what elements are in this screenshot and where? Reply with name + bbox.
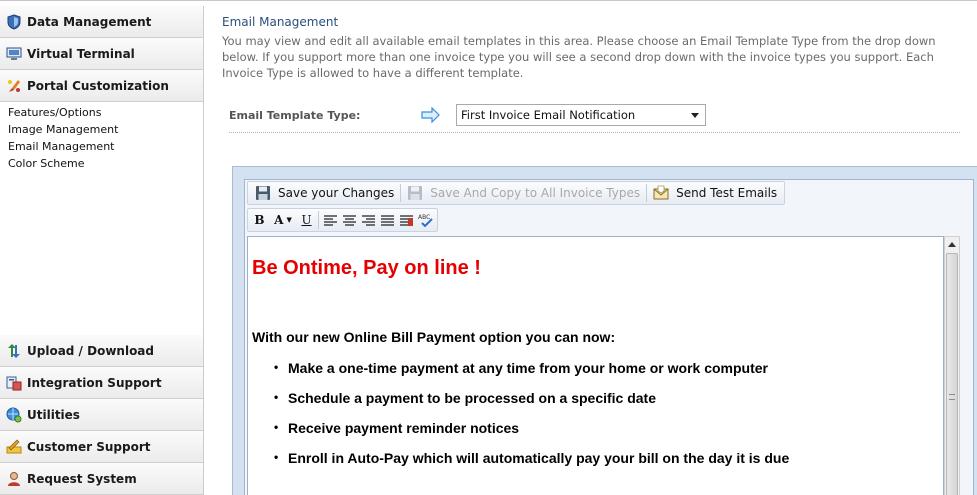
email-heading: Be Ontime, Pay on line !: [252, 257, 481, 279]
app-root: Data Management Virtual Terminal Portal …: [0, 0, 977, 495]
shield-icon: [5, 13, 23, 31]
align-right-icon: [362, 214, 375, 226]
nav-upload-download-label: Upload / Download: [27, 343, 154, 358]
pencil-support-icon: [5, 438, 23, 456]
envelope-icon: [653, 185, 669, 201]
editor-frame: Save your Changes Save And Copy to All I…: [232, 166, 977, 495]
toolbar-separator: [318, 211, 319, 229]
floppy-disk-icon: [255, 185, 271, 201]
align-center-icon: [343, 214, 356, 226]
list-item: • Schedule a payment to be processed on a…: [274, 390, 789, 420]
template-type-label: Email Template Type:: [229, 109, 361, 122]
spellcheck-button[interactable]: ABC: [416, 211, 435, 230]
editor-content-area[interactable]: Be Ontime, Pay on line ! With our new On…: [247, 236, 944, 495]
nav-virtual-terminal-label: Virtual Terminal: [27, 46, 135, 61]
scroll-up-arrow-icon[interactable]: [945, 237, 959, 251]
email-bullet-list: • Make a one-time payment at any time fro…: [274, 360, 789, 480]
toolbar-separator: [646, 184, 648, 202]
arrow-right-icon: [421, 106, 441, 124]
scrollbar-thumb[interactable]: [946, 253, 958, 495]
nav-virtual-terminal[interactable]: Virtual Terminal: [0, 38, 203, 70]
font-color-button[interactable]: A ▼: [269, 211, 297, 230]
list-item: • Enroll in Auto-Pay which will automatic…: [274, 450, 789, 480]
email-intro: With our new Online Bill Payment option …: [252, 329, 616, 345]
underline-button[interactable]: U: [297, 211, 316, 230]
font-color-icon: A: [274, 213, 284, 227]
main-content: Email Management You may view and edit a…: [205, 6, 977, 495]
nav-utilities[interactable]: Utilities: [0, 399, 203, 431]
portal-customization-submenu: Features/Options Image Management Email …: [0, 102, 203, 172]
nav-data-management-label: Data Management: [27, 14, 152, 29]
underline-icon: U: [301, 213, 312, 227]
globe-gear-icon: [5, 406, 23, 424]
svg-text:ABC: ABC: [418, 214, 430, 221]
template-type-value: First Invoice Email Notification: [461, 108, 636, 122]
submenu-image-management[interactable]: Image Management: [8, 121, 203, 138]
editor-action-toolbar: Save your Changes Save And Copy to All I…: [247, 181, 786, 205]
page-title: Email Management: [222, 15, 339, 29]
bullet-icon: •: [274, 360, 279, 374]
bold-icon: B: [254, 213, 265, 227]
align-right-button[interactable]: [359, 211, 378, 230]
nav-request-system-label: Request System: [27, 471, 137, 486]
list-item: • Make a one-time payment at any time fro…: [274, 360, 789, 390]
person-request-icon: [5, 470, 23, 488]
nav-customer-support[interactable]: Customer Support: [0, 431, 203, 463]
list-item: • Receive payment reminder notices: [274, 420, 789, 450]
nav-upload-download[interactable]: Upload / Download: [0, 335, 203, 367]
list-item-text: Receive payment reminder notices: [288, 420, 520, 436]
divider: [229, 132, 960, 133]
submenu-color-scheme[interactable]: Color Scheme: [8, 155, 203, 172]
page-description: You may view and edit all available emai…: [222, 34, 936, 80]
save-changes-button[interactable]: Save your Changes: [251, 183, 398, 203]
send-test-emails-button[interactable]: Send Test Emails: [649, 183, 781, 203]
table-icon: [400, 214, 413, 226]
save-changes-label: Save your Changes: [278, 186, 395, 200]
list-item-text: Enroll in Auto-Pay which will automatica…: [288, 450, 790, 466]
align-left-button[interactable]: [321, 211, 340, 230]
insert-table-button[interactable]: [397, 211, 416, 230]
nav-integration-support-label: Integration Support: [27, 375, 162, 390]
bullet-icon: •: [274, 390, 279, 404]
send-test-emails-label: Send Test Emails: [676, 186, 778, 200]
chevron-down-icon: [691, 113, 699, 118]
sidebar: Data Management Virtual Terminal Portal …: [0, 6, 204, 495]
list-item-text: Schedule a payment to be processed on a …: [288, 390, 657, 406]
sidebar-bottom-nav: Upload / Download Integration Support Ut…: [0, 335, 203, 495]
scrollbar-grip-icon: [949, 394, 955, 400]
floppy-disk-icon: [407, 185, 423, 201]
chevron-down-icon: ▼: [286, 216, 292, 224]
list-item-text: Make a one-time payment at any time from…: [288, 360, 768, 376]
spellcheck-icon: ABC: [418, 214, 433, 227]
nav-portal-customization-label: Portal Customization: [27, 78, 169, 93]
nav-portal-customization[interactable]: Portal Customization: [0, 70, 203, 102]
nav-integration-support[interactable]: Integration Support: [0, 367, 203, 399]
rich-text-editor: Save your Changes Save And Copy to All I…: [244, 179, 974, 495]
toolbar-separator: [400, 184, 402, 202]
vertical-scrollbar[interactable]: [944, 236, 960, 495]
nav-request-system[interactable]: Request System: [0, 463, 203, 495]
template-type-select[interactable]: First Invoice Email Notification: [456, 104, 706, 126]
save-copy-all-label: Save And Copy to All Invoice Types: [430, 186, 641, 200]
justify-button[interactable]: [378, 211, 397, 230]
nav-data-management[interactable]: Data Management: [0, 6, 203, 38]
align-center-button[interactable]: [340, 211, 359, 230]
editor-format-toolbar: B A ▼ U ABC: [247, 208, 438, 232]
paint-brush-icon: [5, 77, 23, 95]
bullet-icon: •: [274, 450, 279, 464]
integration-icon: [5, 374, 23, 392]
bullet-icon: •: [274, 420, 279, 434]
align-left-icon: [324, 214, 337, 226]
nav-utilities-label: Utilities: [27, 407, 80, 422]
nav-customer-support-label: Customer Support: [27, 439, 151, 454]
submenu-email-management[interactable]: Email Management: [8, 138, 203, 155]
submenu-features-options[interactable]: Features/Options: [8, 104, 203, 121]
computer-icon: [5, 45, 23, 63]
save-copy-all-button[interactable]: Save And Copy to All Invoice Types: [403, 183, 644, 203]
justify-icon: [381, 214, 394, 226]
up-down-arrows-icon: [5, 342, 23, 360]
bold-button[interactable]: B: [250, 211, 269, 230]
